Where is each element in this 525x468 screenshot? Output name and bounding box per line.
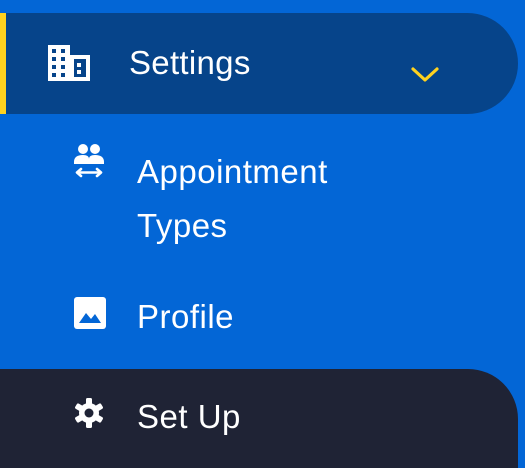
sidebar-item-label: Appointment Types [137,153,328,244]
sidebar-item-appointment-types[interactable]: Appointment Types [0,140,525,250]
building-icon [48,45,90,81]
sidebar-item-setup[interactable]: Set Up [0,369,518,468]
active-indicator [0,13,6,114]
sidebar-item-label: Set Up [137,398,241,435]
sidebar-item-label: Settings [129,44,251,81]
image-icon [74,297,106,329]
chevron-down-icon[interactable] [410,65,440,85]
sidebar-nav: Settings Appointment Types Profile Set U… [0,0,525,468]
sidebar-item-label: Profile [137,298,235,335]
gear-icon [75,398,103,428]
sidebar-item-profile[interactable]: Profile [0,292,525,344]
people-swap-icon [74,144,104,178]
sidebar-item-settings[interactable]: Settings [0,13,518,114]
